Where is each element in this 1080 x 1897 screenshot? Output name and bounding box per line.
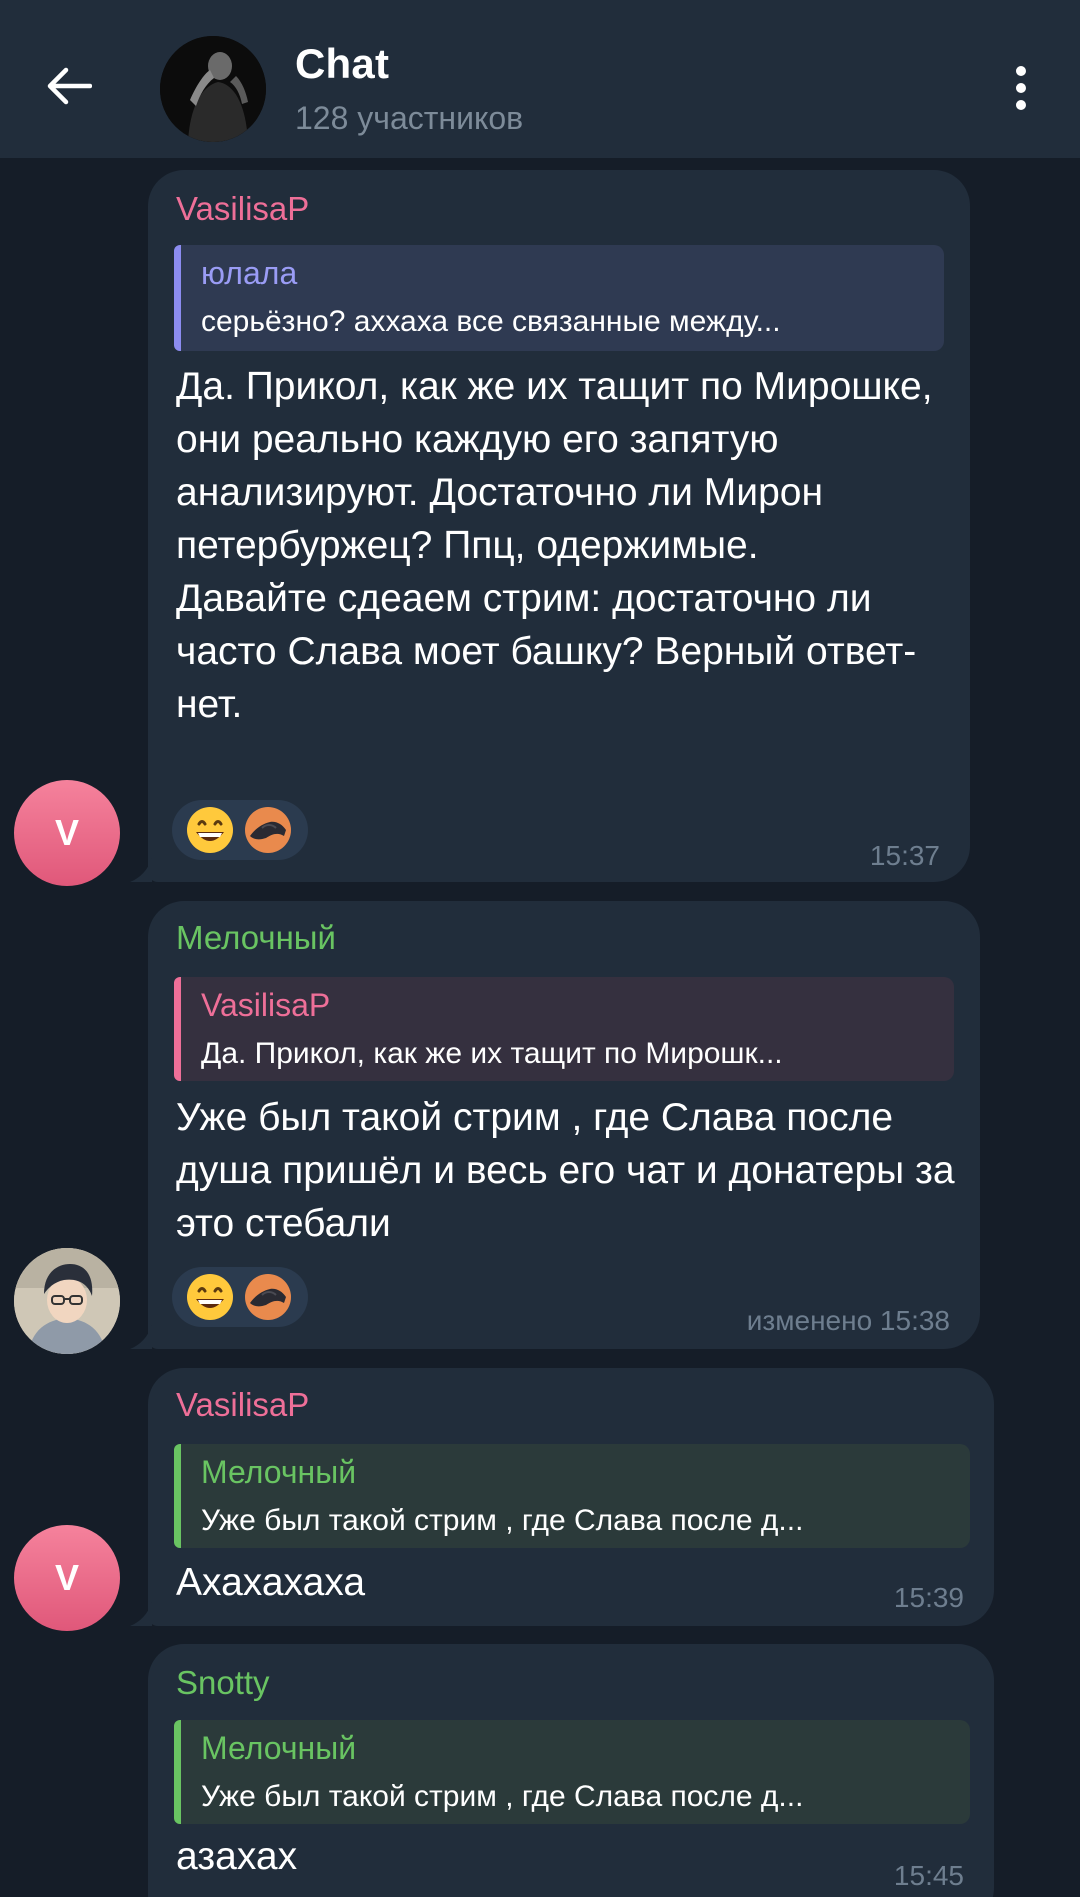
message-text: азахах (176, 1835, 298, 1878)
bubble-tail (130, 1325, 152, 1349)
reactions-bar[interactable] (172, 800, 308, 860)
sender-name[interactable]: Мелочный (176, 919, 336, 957)
custom-emoji[interactable] (244, 1273, 292, 1321)
message-text: Ахахахаха (176, 1561, 366, 1604)
reply-author: VasilisaP (201, 987, 331, 1023)
chat-avatar[interactable] (160, 36, 266, 142)
message-time: 15:37 (869, 840, 940, 871)
reply-bar (174, 1444, 181, 1548)
message-bubble[interactable]: VasilisaP юлала серьёзно? аххаха все свя… (130, 170, 970, 882)
chat-screen: Chat 128 участников VasilisaP юлала серь… (0, 0, 1080, 1897)
grinning-face-emoji[interactable] (186, 1273, 234, 1321)
reply-quote[interactable]: Мелочный Уже был такой стрим , где Слава… (174, 1444, 970, 1548)
reply-author: Мелочный (201, 1730, 357, 1766)
message-bubble[interactable]: Мелочный VasilisaP Да. Прикол, как же их… (130, 901, 980, 1349)
user-avatar[interactable] (14, 1248, 120, 1354)
sender-name[interactable]: VasilisaP (176, 1386, 309, 1424)
reply-author: юлала (201, 255, 298, 291)
reply-quote[interactable]: Мелочный Уже был такой стрим , где Слава… (174, 1720, 970, 1824)
user-avatar[interactable]: V (14, 1525, 120, 1631)
reply-text: Уже был такой стрим , где Слава после д.… (201, 1780, 804, 1813)
grinning-face-emoji[interactable] (186, 806, 234, 854)
message-bubble[interactable]: VasilisaP Мелочный Уже был такой стрим ,… (130, 1368, 994, 1626)
sender-name[interactable]: Snotty (176, 1664, 270, 1702)
chat-header: Chat 128 участников (0, 0, 1080, 158)
message-time: изменено 15:38 (746, 1305, 950, 1336)
back-arrow-icon[interactable] (30, 48, 106, 124)
reply-quote[interactable]: VasilisaP Да. Прикол, как же их тащит по… (174, 977, 954, 1081)
reply-bar (174, 245, 181, 351)
reply-bar (174, 1720, 181, 1824)
reply-author: Мелочный (201, 1454, 357, 1490)
message-text: Уже был такой стрим , где Слава после ду… (176, 1096, 955, 1245)
message-time: 15:39 (893, 1582, 964, 1613)
sender-name[interactable]: VasilisaP (176, 190, 309, 228)
reply-text: Да. Прикол, как же их тащит по Мирошк... (201, 1037, 783, 1070)
message-text: Да. Прикол, как же их тащит по Мирошке, … (176, 365, 933, 726)
bubble-tail (130, 1602, 152, 1626)
custom-emoji[interactable] (244, 806, 292, 854)
reactions-bar[interactable] (172, 1267, 308, 1327)
reply-text: Уже был такой стрим , где Слава после д.… (201, 1504, 804, 1537)
more-menu-icon[interactable] (996, 58, 1046, 118)
reply-quote[interactable]: юлала серьёзно? аххаха все связанные меж… (174, 245, 944, 351)
reply-text: серьёзно? аххаха все связанные между... (201, 305, 781, 338)
members-count: 128 участников (295, 100, 524, 136)
bubble-tail (130, 858, 152, 882)
message-bubble[interactable]: Snotty Мелочный Уже был такой стрим , гд… (148, 1644, 994, 1897)
chat-title[interactable]: Chat (295, 40, 389, 88)
user-avatar[interactable]: V (14, 780, 120, 886)
message-time: 15:45 (893, 1860, 964, 1891)
reply-bar (174, 977, 181, 1081)
